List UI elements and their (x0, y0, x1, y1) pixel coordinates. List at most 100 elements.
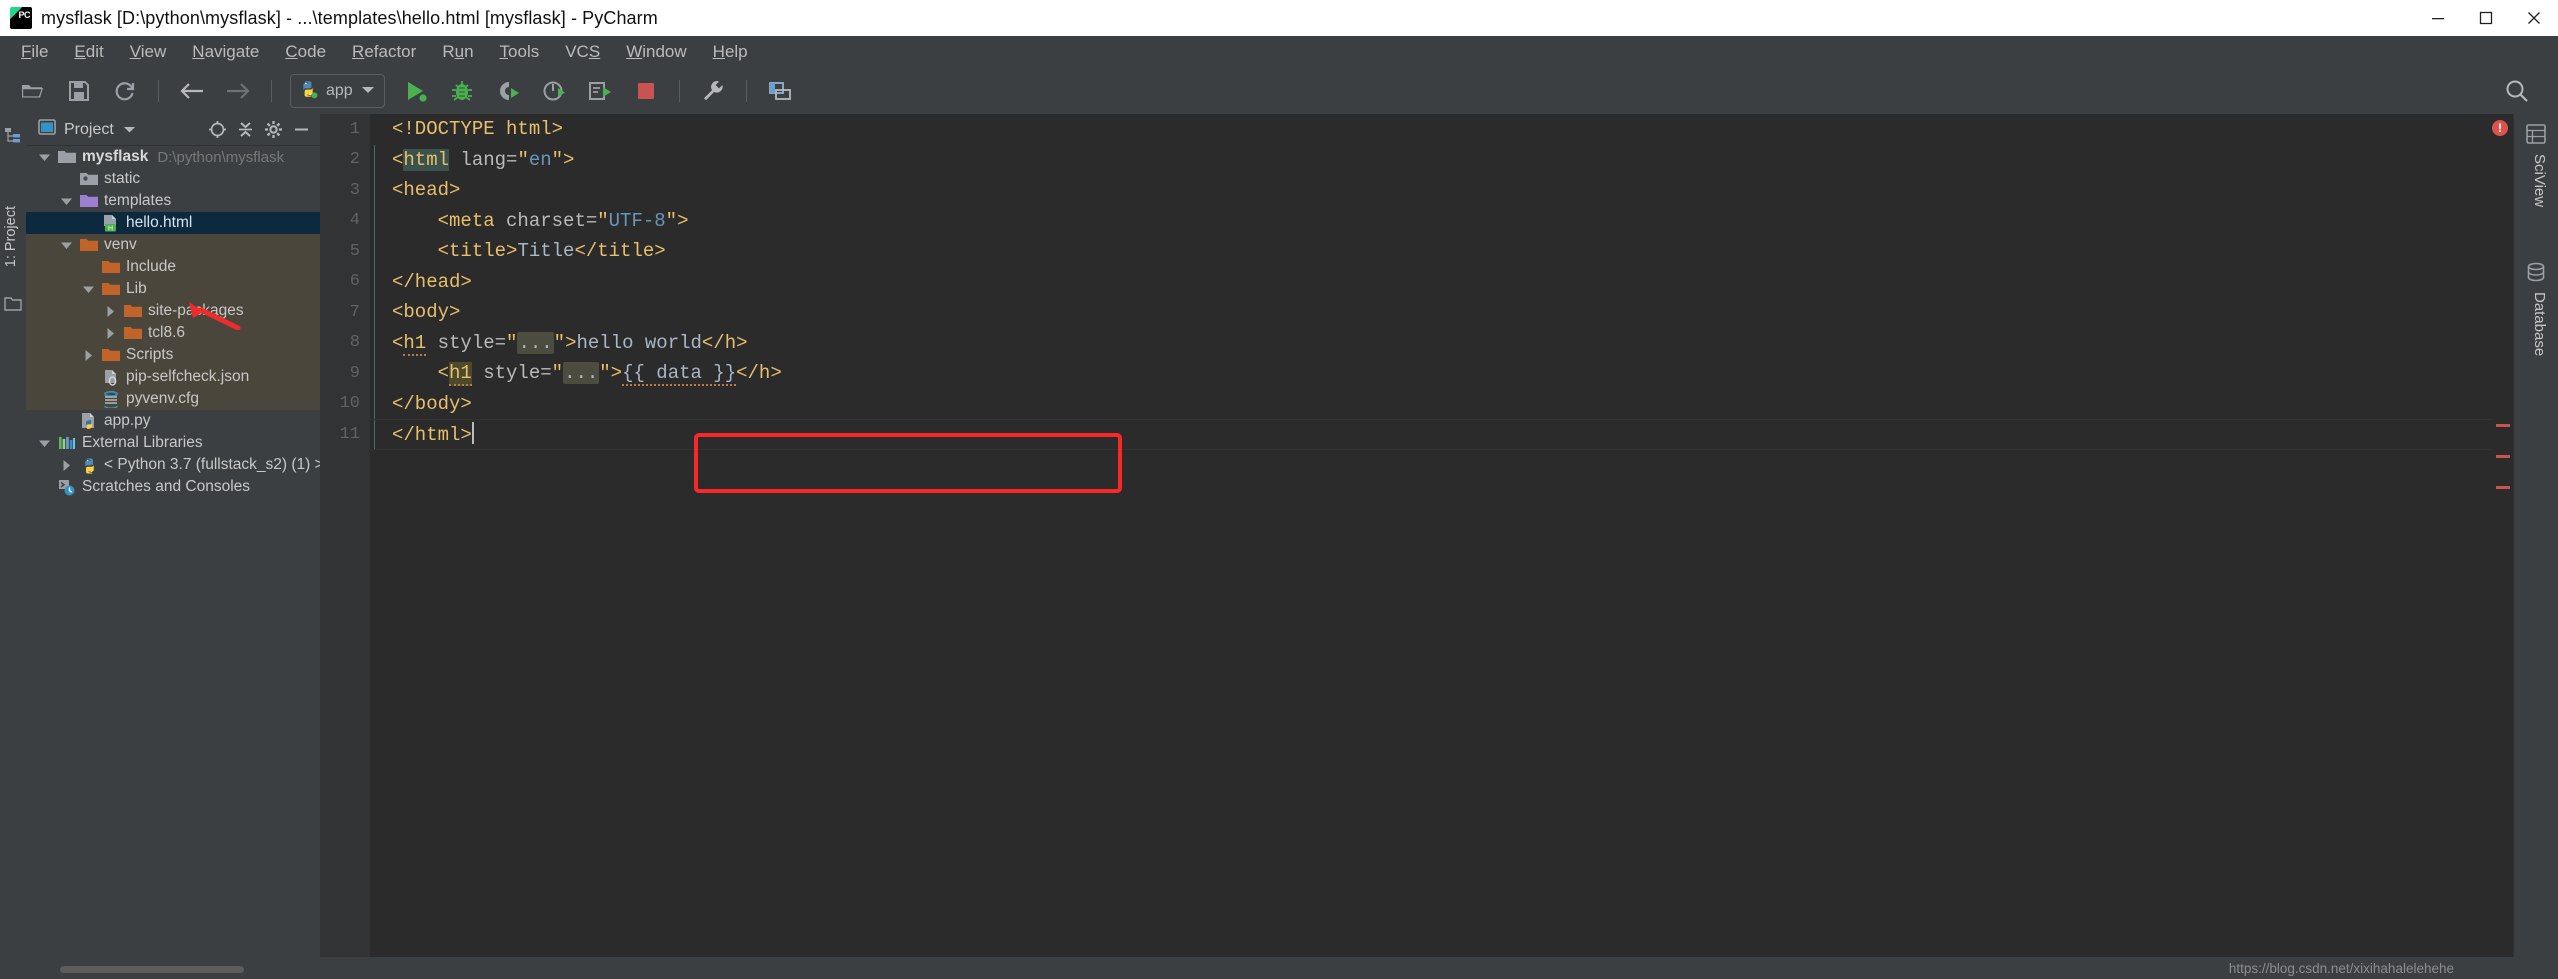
code-line[interactable]: 10 </body> (320, 388, 2514, 419)
chevron-down-icon[interactable] (123, 121, 136, 139)
editor-code-area[interactable]: 1 <!DOCTYPE html> 2 <html lang="en"> 3 <head>… (320, 114, 2514, 979)
menu-vcs[interactable]: VCS (552, 39, 613, 65)
code-line[interactable]: 9 <h1 style="...">{{ data }}</h> (320, 358, 2514, 389)
save-all-icon[interactable] (59, 74, 99, 108)
stripe-mark[interactable] (2496, 486, 2510, 489)
menu-edit[interactable]: Edit (61, 39, 116, 65)
project-tree[interactable]: mysflask D:\python\mysflask static template… (26, 146, 320, 955)
code-line[interactable]: 6 </head> (320, 266, 2514, 297)
code-line[interactable]: 8 <h1 style="...">hello world</h> (320, 327, 2514, 358)
profile-icon[interactable] (534, 74, 574, 108)
code-line[interactable]: 11 </html> (320, 419, 2514, 450)
tree-node-pip-selfcheck-json[interactable]: pip-selfcheck.json (26, 366, 320, 388)
chevron-down-icon[interactable] (36, 435, 52, 451)
tree-node--python-3-7-fullstack-s2-1-d-i[interactable]: < Python 3.7 (fullstack_s2) (1) > D:\i (26, 454, 320, 476)
indent-guide (370, 236, 380, 267)
chevron-down-icon[interactable] (361, 82, 375, 100)
menu-run[interactable]: Run (429, 39, 486, 65)
favorites-icon[interactable] (4, 296, 22, 314)
chevron-down-icon[interactable] (36, 149, 52, 165)
maximize-button[interactable] (2462, 0, 2510, 36)
code-line[interactable]: 7 <body> (320, 297, 2514, 328)
tree-arrow-none (58, 171, 74, 187)
sciview-icon[interactable] (2526, 124, 2546, 144)
menu-help[interactable]: Help (700, 39, 761, 65)
menu-view[interactable]: View (117, 39, 180, 65)
structure-icon[interactable] (4, 126, 22, 144)
tree-node-external-libraries[interactable]: External Libraries (26, 432, 320, 454)
horizontal-scrollbar[interactable] (60, 966, 244, 973)
tree-arrow-none (80, 369, 96, 385)
tree-node-mysflask[interactable]: mysflask D:\python\mysflask (26, 146, 320, 168)
tree-node-lib[interactable]: Lib (26, 278, 320, 300)
open-folder-icon[interactable] (13, 74, 53, 108)
run-configuration-selector[interactable]: app (290, 74, 385, 108)
code-line[interactable]: 2 <html lang="en"> (320, 144, 2514, 175)
back-arrow-icon[interactable] (172, 74, 212, 108)
tree-node-app-py[interactable]: app.py (26, 410, 320, 432)
chevron-right-icon[interactable] (80, 347, 96, 363)
settings-gear-icon[interactable] (260, 117, 286, 143)
line-number: 7 (349, 302, 360, 322)
hide-panel-icon[interactable] (288, 117, 314, 143)
line-number: 6 (349, 272, 360, 292)
run-with-console-icon[interactable] (580, 74, 620, 108)
locate-target-icon[interactable] (204, 117, 230, 143)
restore-layout-icon[interactable] (760, 74, 800, 108)
settings-wrench-icon[interactable] (693, 74, 733, 108)
tree-node-label: < Python 3.7 (fullstack_s2) (1) > D:\i (104, 456, 320, 473)
code-editor[interactable]: 1 <!DOCTYPE html> 2 <html lang="en"> 3 <head>… (320, 114, 2514, 979)
stop-icon[interactable] (626, 74, 666, 108)
code-text: <meta charset="UTF-8"> (437, 209, 689, 232)
code-line[interactable]: 1 <!DOCTYPE html> (320, 114, 2514, 145)
tree-node-tcl8-6[interactable]: tcl8.6 (26, 322, 320, 344)
chevron-down-icon[interactable] (58, 237, 74, 253)
chevron-down-icon[interactable] (58, 193, 74, 209)
minimize-button[interactable] (2414, 0, 2462, 36)
code-line[interactable]: 5 <title>Title</title> (320, 236, 2514, 267)
collapse-all-icon[interactable] (232, 117, 258, 143)
sidebar-tab-database[interactable]: Database (2522, 292, 2548, 356)
editor-error-stripe[interactable]: ! (2492, 114, 2514, 979)
code-text: <body> (392, 301, 461, 324)
toolbar-separator (158, 80, 159, 102)
tree-node-label: venv (104, 236, 137, 253)
menu-refactor[interactable]: Refactor (339, 39, 429, 65)
chevron-right-icon[interactable] (102, 303, 118, 319)
tree-node-hello-html[interactable]: Hhello.html (26, 212, 320, 234)
run-coverage-icon[interactable] (488, 74, 528, 108)
code-line[interactable]: 3 <head> (320, 175, 2514, 206)
debug-icon[interactable] (442, 74, 482, 108)
menu-tools[interactable]: Tools (487, 39, 553, 65)
forward-arrow-icon[interactable] (218, 74, 258, 108)
chevron-right-icon[interactable] (102, 325, 118, 341)
menu-code[interactable]: Code (272, 39, 339, 65)
stripe-mark[interactable] (2496, 455, 2510, 458)
menu-navigate[interactable]: Navigate (179, 39, 272, 65)
run-icon[interactable] (396, 74, 436, 108)
tree-node-include[interactable]: Include (26, 256, 320, 278)
sidebar-tab-sciview[interactable]: SciView (2522, 154, 2548, 207)
menu-file[interactable]: File (8, 39, 61, 65)
close-button[interactable] (2510, 0, 2558, 36)
code-line[interactable]: 4 <meta charset="UTF-8"> (320, 205, 2514, 236)
python-sdk-icon (80, 457, 98, 474)
code-text: <!DOCTYPE html> (392, 118, 564, 141)
tree-node-site-packages[interactable]: site-packages (26, 300, 320, 322)
sync-refresh-icon[interactable] (105, 74, 145, 108)
tree-node-label: tcl8.6 (148, 324, 186, 341)
menu-window[interactable]: Window (613, 39, 699, 65)
tree-node-scratches-and-consoles[interactable]: Scratches and Consoles (26, 476, 320, 498)
tree-node-scripts[interactable]: Scripts (26, 344, 320, 366)
tree-node-pyvenv-cfg[interactable]: pyvenv.cfg (26, 388, 320, 410)
database-icon[interactable] (2526, 262, 2546, 282)
stripe-mark[interactable] (2496, 424, 2510, 427)
search-everywhere-button[interactable] (2494, 68, 2540, 114)
tree-node-templates[interactable]: templates (26, 190, 320, 212)
sidebar-tab-project[interactable]: 1: Project (3, 206, 23, 286)
chevron-down-icon[interactable] (80, 281, 96, 297)
tree-node-venv[interactable]: venv (26, 234, 320, 256)
error-badge[interactable]: ! (2492, 120, 2508, 136)
chevron-right-icon[interactable] (58, 457, 74, 473)
tree-node-static[interactable]: static (26, 168, 320, 190)
